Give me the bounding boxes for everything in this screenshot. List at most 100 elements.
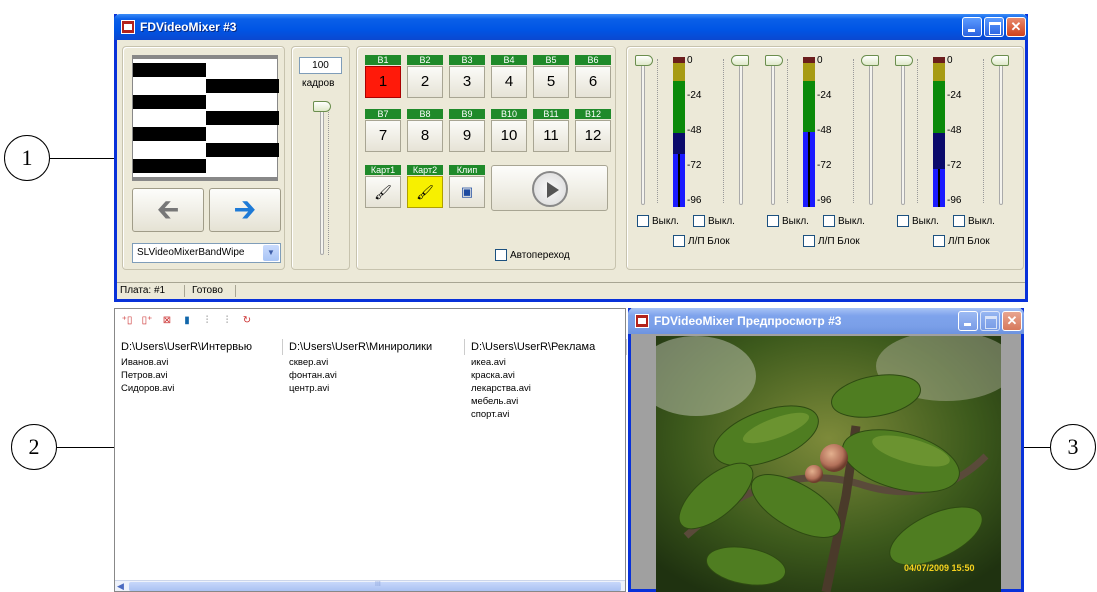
bus-key[interactable]: 7 bbox=[365, 120, 401, 152]
preview-minimize-button[interactable] bbox=[958, 311, 978, 331]
split-icon[interactable]: ⫶ bbox=[201, 315, 213, 327]
card1-key[interactable]: 🖌 bbox=[365, 176, 401, 208]
gain-slider-thumb[interactable] bbox=[895, 55, 913, 66]
callout-3: 3 bbox=[1050, 424, 1096, 470]
transition-group: 🡰 🡲 SLVideoMixerBandWipe ▼ bbox=[122, 46, 285, 270]
bus-key[interactable]: 12 bbox=[575, 120, 611, 152]
gain-ticks bbox=[657, 59, 659, 203]
bus-button-7[interactable]: B7 7 bbox=[365, 109, 401, 153]
mixer-titlebar[interactable]: FDVideoMixer #3 ✕ bbox=[114, 14, 1028, 40]
mute-checkbox[interactable] bbox=[637, 215, 649, 227]
minimize-button[interactable] bbox=[962, 17, 982, 37]
bus-button-2[interactable]: B2 2 bbox=[407, 55, 443, 99]
mute-checkbox[interactable] bbox=[897, 215, 909, 227]
close-button[interactable]: ✕ bbox=[1006, 17, 1026, 37]
mute-checkbox[interactable] bbox=[693, 215, 705, 227]
bus-key[interactable]: 6 bbox=[575, 66, 611, 98]
gain-slider-track[interactable] bbox=[999, 55, 1003, 205]
merge-icon[interactable]: ⫶ bbox=[221, 315, 233, 327]
mute-checkbox[interactable] bbox=[823, 215, 835, 227]
level-meter bbox=[933, 57, 945, 207]
mute-checkbox[interactable] bbox=[953, 215, 965, 227]
bus-key[interactable]: 9 bbox=[449, 120, 485, 152]
transition-select[interactable]: SLVideoMixerBandWipe ▼ bbox=[132, 243, 281, 263]
bus-button-10[interactable]: B10 10 bbox=[491, 109, 527, 153]
meter-scale-label: -48 bbox=[817, 125, 832, 136]
file-item[interactable]: лекарства.avi bbox=[471, 383, 531, 394]
next-transition-button[interactable]: 🡲 bbox=[209, 188, 281, 232]
file-item[interactable]: краска.avi bbox=[471, 370, 515, 381]
bus-key[interactable]: 11 bbox=[533, 120, 569, 152]
gain-slider-track[interactable] bbox=[869, 55, 873, 205]
prev-transition-button[interactable]: 🡰 bbox=[132, 188, 204, 232]
file-item[interactable]: Иванов.avi bbox=[121, 357, 168, 368]
gain-slider-track[interactable] bbox=[739, 55, 743, 205]
color-icon[interactable]: ▮ bbox=[181, 315, 193, 327]
mute-checkbox[interactable] bbox=[767, 215, 779, 227]
gain-slider-thumb[interactable] bbox=[635, 55, 653, 66]
bus-button-4[interactable]: B4 4 bbox=[491, 55, 527, 99]
add-file-icon[interactable]: ▯⁺ bbox=[141, 315, 153, 327]
gain-slider-track[interactable] bbox=[771, 55, 775, 205]
lr-lock-checkbox[interactable] bbox=[933, 235, 945, 247]
file-item[interactable]: Петров.avi bbox=[121, 370, 168, 381]
delete-icon[interactable]: ⊠ bbox=[161, 315, 173, 327]
mute-label: Выкл. bbox=[782, 216, 809, 227]
file-item[interactable]: фонтан.avi bbox=[289, 370, 337, 381]
card2-bus[interactable]: Карт2 🖌 bbox=[407, 165, 443, 209]
bus-button-8[interactable]: B8 8 bbox=[407, 109, 443, 153]
bus-key[interactable]: 4 bbox=[491, 66, 527, 98]
bus-button-9[interactable]: B9 9 bbox=[449, 109, 485, 153]
gain-slider-track[interactable] bbox=[641, 55, 645, 205]
bus-button-6[interactable]: B6 6 bbox=[575, 55, 611, 99]
bus-key[interactable]: 8 bbox=[407, 120, 443, 152]
lr-lock-checkbox[interactable] bbox=[673, 235, 685, 247]
bus-key[interactable]: 5 bbox=[533, 66, 569, 98]
scrollbar-thumb[interactable]: III bbox=[129, 581, 621, 591]
column-header[interactable]: D:\Users\UserR\Миниролики bbox=[283, 339, 465, 355]
auto-transition-checkbox[interactable] bbox=[495, 249, 507, 261]
gain-slider-thumb[interactable] bbox=[731, 55, 749, 66]
clip-key[interactable]: ▣ bbox=[449, 176, 485, 208]
column-header[interactable]: D:\Users\UserR\Реклама bbox=[465, 339, 627, 355]
file-item[interactable]: центр.avi bbox=[289, 383, 329, 394]
frames-input[interactable]: 100 bbox=[299, 57, 342, 74]
bus-key[interactable]: 2 bbox=[407, 66, 443, 98]
gain-slider-thumb[interactable] bbox=[861, 55, 879, 66]
bus-key[interactable]: 10 bbox=[491, 120, 527, 152]
preview-titlebar[interactable]: FDVideoMixer Предпросмотр #3 ✕ bbox=[628, 308, 1024, 334]
bus-button-12[interactable]: B12 12 bbox=[575, 109, 611, 153]
add-folder-icon[interactable]: ⁺▯ bbox=[121, 315, 133, 327]
clip-bus[interactable]: Клип ▣ bbox=[449, 165, 485, 209]
file-item[interactable]: икеа.avi bbox=[471, 357, 506, 368]
duration-slider-track[interactable] bbox=[320, 105, 324, 255]
bus-key[interactable]: 1 bbox=[365, 66, 401, 98]
bus-key[interactable]: 3 bbox=[449, 66, 485, 98]
column-header[interactable]: D:\Users\UserR\Интервью bbox=[115, 339, 283, 355]
bus-button-5[interactable]: B5 5 bbox=[533, 55, 569, 99]
preview-maximize-button[interactable] bbox=[980, 311, 1000, 331]
horizontal-scrollbar[interactable]: ◀ III bbox=[115, 580, 625, 591]
bus-tag: B1 bbox=[365, 55, 401, 65]
file-item[interactable]: спорт.avi bbox=[471, 409, 509, 420]
card2-key[interactable]: 🖌 bbox=[407, 176, 443, 208]
gain-ticks bbox=[787, 59, 789, 203]
refresh-icon[interactable]: ↻ bbox=[241, 315, 253, 327]
scroll-left-icon[interactable]: ◀ bbox=[117, 581, 124, 592]
gain-slider-thumb[interactable] bbox=[991, 55, 1009, 66]
chevron-down-icon[interactable]: ▼ bbox=[263, 245, 279, 261]
duration-slider-thumb[interactable] bbox=[313, 101, 331, 112]
gain-slider-thumb[interactable] bbox=[765, 55, 783, 66]
lr-lock-checkbox[interactable] bbox=[803, 235, 815, 247]
gain-slider-track[interactable] bbox=[901, 55, 905, 205]
bus-button-11[interactable]: B11 11 bbox=[533, 109, 569, 153]
maximize-button[interactable] bbox=[984, 17, 1004, 37]
play-button[interactable] bbox=[491, 165, 608, 211]
file-item[interactable]: Сидоров.avi bbox=[121, 383, 174, 394]
file-item[interactable]: сквер.avi bbox=[289, 357, 328, 368]
preview-close-button[interactable]: ✕ bbox=[1002, 311, 1022, 331]
bus-button-3[interactable]: B3 3 bbox=[449, 55, 485, 99]
file-item[interactable]: мебель.avi bbox=[471, 396, 518, 407]
card1-bus[interactable]: Карт1 🖌 bbox=[365, 165, 401, 209]
bus-button-1[interactable]: B1 1 bbox=[365, 55, 401, 99]
